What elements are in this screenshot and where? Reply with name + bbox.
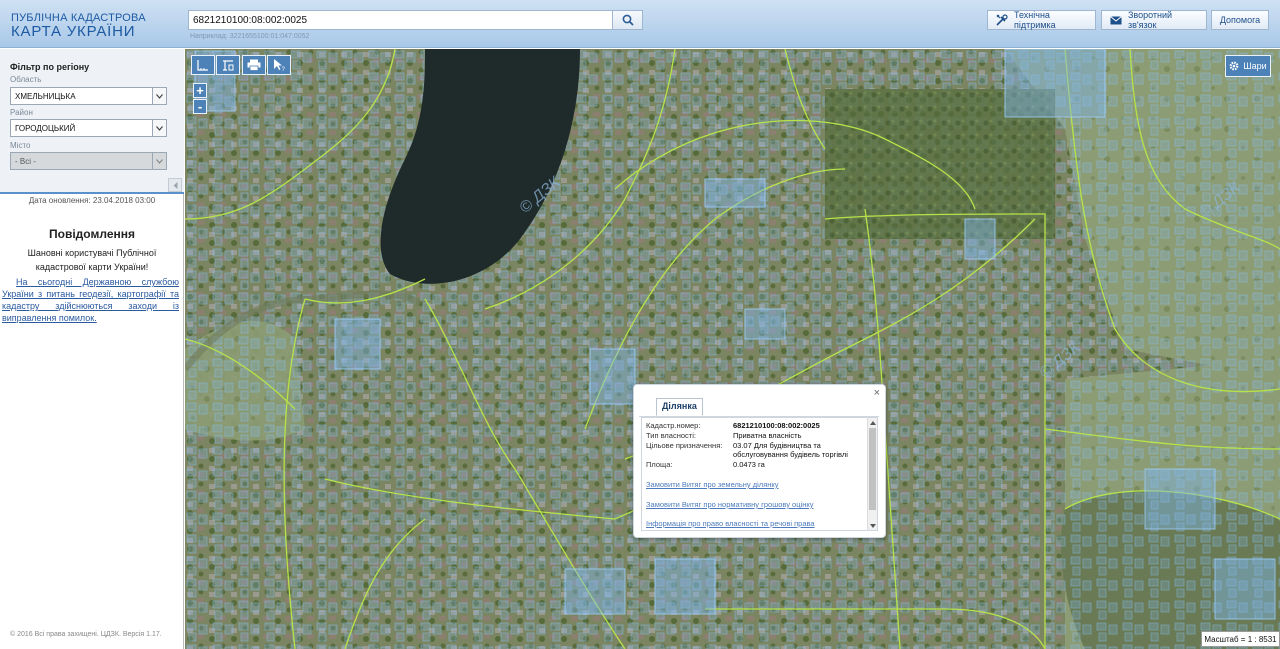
- popup-scrollbar[interactable]: [867, 418, 877, 530]
- search-icon: [622, 14, 634, 26]
- zoom-out-button[interactable]: -: [193, 99, 207, 114]
- ownership-rights-info-link[interactable]: Інформація про право власності та речові…: [646, 519, 815, 528]
- search-hint: Наприклад: 3221655100:01:047:0052: [190, 33, 310, 40]
- chevron-left-icon: [173, 181, 177, 189]
- chevron-down-icon: [152, 153, 166, 169]
- search-button[interactable]: [612, 10, 643, 30]
- city-label: Місто: [10, 141, 31, 150]
- filter-title: Фільтр по регіону: [10, 62, 90, 72]
- gear-icon: [1229, 61, 1239, 71]
- scroll-up-icon[interactable]: [868, 418, 877, 427]
- order-parcel-extract-link[interactable]: Замовити Витяг про земельну ділянку: [646, 480, 779, 489]
- tools-icon: [996, 14, 1008, 26]
- region-filter-panel: Фільтр по регіону Область ХМЕЛЬНИЦЬКА Ра…: [0, 49, 184, 194]
- parcel-info-popup: × Ділянка Кадастр.номер: 6821210100:08:0…: [633, 384, 886, 538]
- ownership-value: Приватна власність: [733, 431, 802, 440]
- svg-text:?: ?: [282, 67, 286, 72]
- tech-support-button[interactable]: Технічна підтримка: [987, 10, 1096, 30]
- order-valuation-extract-link[interactable]: Замовити Витяг про нормативну грошову оц…: [646, 500, 813, 509]
- region-select[interactable]: ХМЕЛЬНИЦЬКА: [10, 87, 167, 105]
- popup-tab-bar: Ділянка: [639, 398, 879, 417]
- header-bar: ПУБЛІЧНА КАДАСТРОВА КАРТА УКРАЇНИ Наприк…: [0, 0, 1280, 48]
- district-select[interactable]: ГОРОДОЦЬКИЙ: [10, 119, 167, 137]
- envelope-icon: [1110, 15, 1122, 25]
- collapse-sidebar-button[interactable]: [168, 178, 182, 192]
- ownership-label: Тип власності:: [646, 431, 696, 440]
- help-label: Допомога: [1219, 15, 1261, 25]
- district-label: Район: [10, 108, 33, 117]
- area-value: 0.0473 га: [733, 460, 765, 469]
- help-button[interactable]: Допомога: [1211, 10, 1269, 30]
- map-canvas[interactable]: © ДЗК © ДЗК © ДЗК ? + - Шари Масштаб = 1…: [185, 49, 1280, 649]
- tech-support-label: Технічна підтримка: [1014, 10, 1056, 30]
- feedback-label: Зворотний зв'язок: [1128, 10, 1173, 30]
- district-select-value: ГОРОДОЦЬКИЙ: [15, 124, 76, 133]
- purpose-value: 03.07 Для будівництва та обслуговування …: [733, 441, 848, 459]
- layers-button[interactable]: Шари: [1225, 55, 1271, 77]
- logo-line2: КАРТА УКРАЇНИ: [11, 23, 136, 40]
- tab-parcel[interactable]: Ділянка: [656, 398, 703, 416]
- print-icon: [247, 59, 261, 71]
- area-ruler-icon: [223, 60, 234, 71]
- sidebar: Фільтр по регіону Область ХМЕЛЬНИЦЬКА Ра…: [0, 49, 184, 649]
- print-button[interactable]: [242, 55, 266, 75]
- cadastral-number-label: Кадастр.номер:: [646, 421, 701, 430]
- region-label: Область: [10, 75, 42, 84]
- notice-greeting: Шановні користувачі Публічної кадастрово…: [27, 248, 157, 272]
- feedback-button[interactable]: Зворотний зв'язок: [1101, 10, 1207, 30]
- measure-area-button[interactable]: [216, 55, 240, 75]
- purpose-label: Цільове призначення:: [646, 441, 723, 450]
- region-select-value: ХМЕЛЬНИЦЬКА: [15, 92, 76, 101]
- scroll-thumb[interactable]: [869, 428, 876, 510]
- city-select-value: - Всі -: [15, 157, 36, 166]
- scroll-down-icon[interactable]: [868, 521, 877, 530]
- ruler-icon: [197, 60, 208, 71]
- identify-button[interactable]: ?: [267, 55, 291, 75]
- cursor-question-icon: ?: [274, 59, 286, 72]
- measure-distance-button[interactable]: [191, 55, 215, 75]
- popup-content: Кадастр.номер: 6821210100:08:002:0025 Ти…: [641, 417, 878, 531]
- chevron-down-icon: [152, 120, 166, 136]
- area-label: Площа:: [646, 460, 673, 469]
- notice-link[interactable]: На сьогодні Державною службою України з …: [2, 276, 179, 324]
- city-select: - Всі -: [10, 152, 167, 170]
- scale-indicator: Масштаб = 1 : 8531: [1201, 631, 1280, 647]
- close-icon[interactable]: ×: [874, 387, 880, 399]
- copyright: © 2016 Всі права захищені. ЦДЗК. Версія …: [10, 631, 162, 638]
- layers-label: Шари: [1243, 61, 1267, 71]
- site-logo[interactable]: ПУБЛІЧНА КАДАСТРОВА КАРТА УКРАЇНИ: [11, 12, 146, 40]
- cadastral-number-value: 6821210100:08:002:0025: [733, 421, 820, 430]
- satellite-map[interactable]: © ДЗК © ДЗК © ДЗК: [185, 49, 1280, 649]
- cadastral-search-input[interactable]: [188, 10, 613, 30]
- update-date: Дата оновлення: 23.04.2018 03:00: [28, 196, 156, 205]
- zoom-in-button[interactable]: +: [193, 83, 207, 98]
- chevron-down-icon: [152, 88, 166, 104]
- notice-title: Повідомлення: [49, 227, 135, 241]
